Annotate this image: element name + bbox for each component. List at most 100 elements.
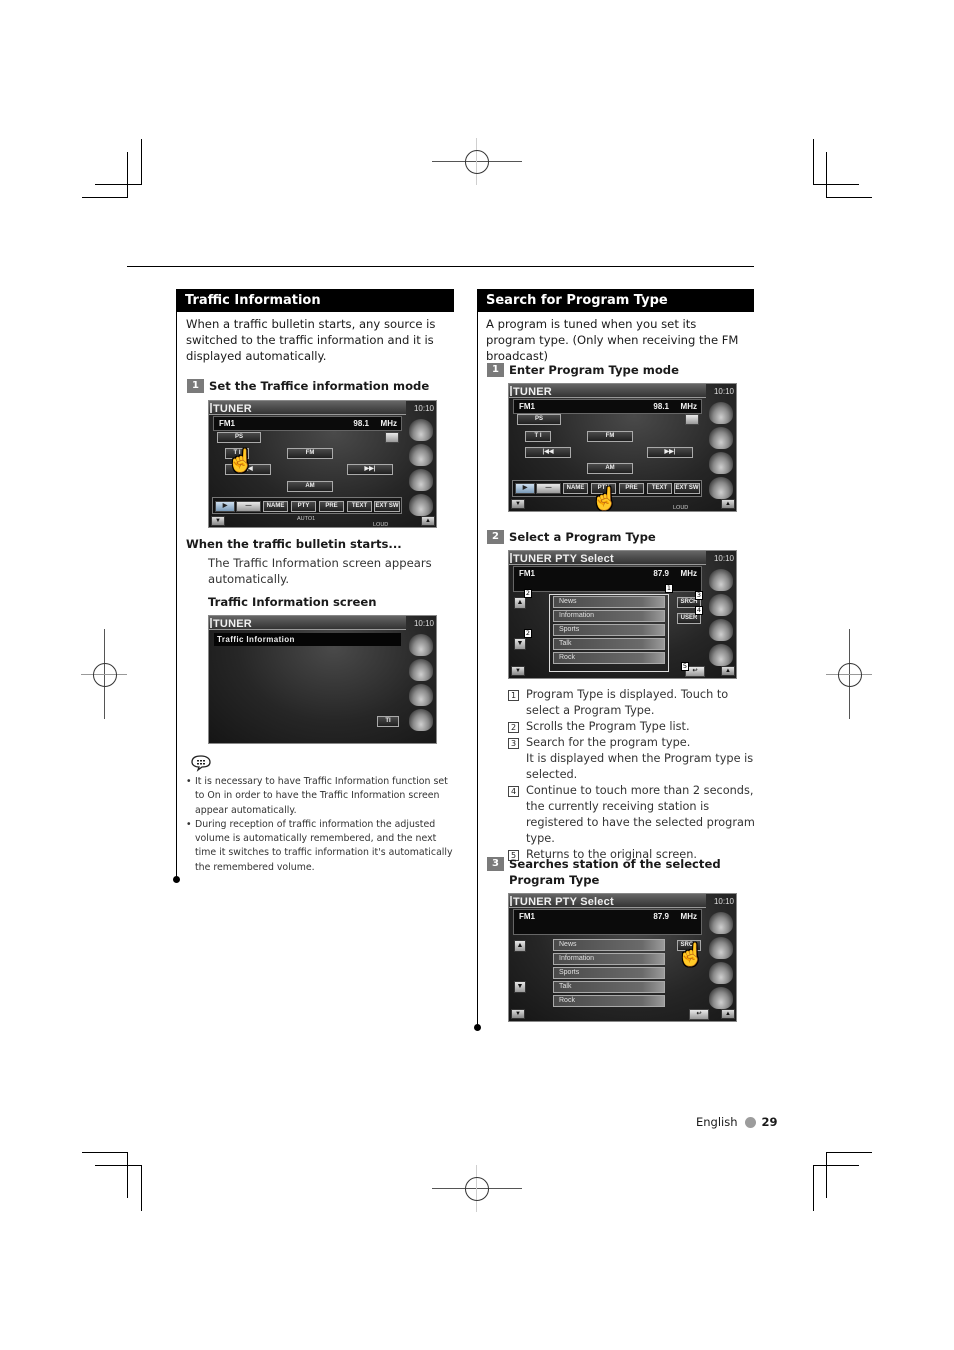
pty-item-sports[interactable]: Sports bbox=[553, 624, 665, 636]
settings-icon[interactable] bbox=[409, 709, 433, 731]
pty-item-talk[interactable]: Talk bbox=[553, 981, 665, 993]
traffic-screen-heading: Traffic Information screen bbox=[208, 595, 377, 609]
step-number: 1 bbox=[187, 379, 204, 393]
media-icon[interactable] bbox=[709, 427, 733, 449]
menu-grid-icon[interactable] bbox=[709, 912, 733, 934]
pty-item-information[interactable]: Information bbox=[553, 953, 665, 965]
func-button-ext-sw[interactable]: EXT SW bbox=[374, 501, 400, 512]
step-1-traffic: 1 Set the Traffice information mode bbox=[187, 378, 429, 394]
func-button-play[interactable]: ▶ bbox=[515, 483, 535, 494]
pty-item-rock[interactable]: Rock bbox=[553, 995, 665, 1007]
volume-down-button[interactable]: ▼ bbox=[211, 516, 225, 526]
pty-item-information[interactable]: Information bbox=[553, 610, 665, 622]
pty-item-sports[interactable]: Sports bbox=[553, 967, 665, 979]
screen-title: TUNER bbox=[513, 386, 552, 398]
pty-item-news[interactable]: News bbox=[553, 939, 665, 951]
func-button-pre[interactable]: PRE bbox=[319, 501, 344, 512]
seek-prev-button[interactable]: |◀◀ bbox=[525, 447, 571, 458]
func-button-play[interactable]: ▶ bbox=[215, 501, 235, 512]
loud-label: LOUD bbox=[373, 522, 389, 528]
func-button-dash[interactable]: — bbox=[536, 483, 561, 494]
callout-3: 3 bbox=[695, 591, 703, 600]
func-button-ext-sw[interactable]: EXT SW bbox=[674, 483, 700, 494]
screen-clock: 10:10 bbox=[413, 619, 434, 628]
am-button[interactable]: AM bbox=[587, 463, 633, 474]
pty-item-rock[interactable]: Rock bbox=[553, 652, 665, 664]
callout-2: 2 bbox=[524, 629, 532, 638]
settings-icon[interactable] bbox=[709, 477, 733, 499]
pointing-hand-icon: ☝ bbox=[677, 942, 705, 967]
right-column-rule bbox=[477, 289, 478, 1027]
func-button-pty[interactable]: PTY bbox=[291, 501, 316, 512]
pty-item-news[interactable]: News bbox=[553, 596, 665, 608]
media-icon[interactable] bbox=[709, 937, 733, 959]
source-icons-sidebar bbox=[706, 908, 736, 1021]
pointing-hand-icon: ☝ bbox=[227, 448, 255, 473]
settings-icon[interactable] bbox=[409, 494, 433, 516]
legend-item: 1 Program Type is displayed. Touch to sel… bbox=[508, 687, 756, 719]
speaker-icon[interactable] bbox=[709, 619, 733, 641]
pty-search-screen: TUNER PTY Select 10:10 FM1 87.9 MHz News… bbox=[508, 893, 737, 1022]
callout-2: 2 bbox=[524, 589, 532, 598]
pty-item-talk[interactable]: Talk bbox=[553, 638, 665, 650]
menu-grid-icon[interactable] bbox=[709, 402, 733, 424]
menu-grid-icon[interactable] bbox=[409, 419, 433, 441]
notes-list: It is necessary to have Traffic Informat… bbox=[186, 775, 454, 875]
ti-button[interactable]: TI bbox=[377, 716, 399, 727]
screen-title: TUNER bbox=[213, 618, 252, 630]
settings-icon[interactable] bbox=[709, 644, 733, 666]
settings-icon[interactable] bbox=[709, 987, 733, 1009]
fm-button[interactable]: FM bbox=[587, 431, 633, 442]
footer-language: English bbox=[696, 1115, 738, 1129]
bulletin-text: The Traffic Information screen appears a… bbox=[208, 556, 432, 586]
func-button-pre[interactable]: PRE bbox=[619, 483, 644, 494]
speaker-icon[interactable] bbox=[409, 684, 433, 706]
menu-button[interactable] bbox=[385, 432, 399, 443]
step-1-pty: 1 Enter Program Type mode bbox=[487, 362, 679, 378]
func-button-text[interactable]: TEXT bbox=[647, 483, 672, 494]
volume-down-button[interactable]: ▼ bbox=[511, 1009, 525, 1019]
callout-1: 1 bbox=[665, 584, 673, 593]
speaker-icon[interactable] bbox=[409, 469, 433, 491]
fm-button[interactable]: FM bbox=[287, 448, 333, 459]
source-icons-sidebar bbox=[406, 415, 436, 527]
ps-button[interactable]: PS bbox=[517, 414, 561, 425]
speaker-icon[interactable] bbox=[709, 962, 733, 984]
func-button-text[interactable]: TEXT bbox=[347, 501, 372, 512]
media-icon[interactable] bbox=[409, 659, 433, 681]
scroll-up-button[interactable]: ▲ bbox=[514, 597, 526, 609]
traffic-information-banner: Traffic Information bbox=[214, 633, 401, 646]
traffic-intro-text: When a traffic bulletin starts, any sour… bbox=[186, 317, 436, 363]
ps-button[interactable]: PS bbox=[217, 432, 261, 443]
func-button-dash[interactable]: — bbox=[236, 501, 261, 512]
volume-down-button[interactable]: ▼ bbox=[511, 499, 525, 509]
am-button[interactable]: AM bbox=[287, 481, 333, 492]
pty-intro-text: A program is tuned when you set its prog… bbox=[486, 317, 739, 363]
source-icons-sidebar bbox=[706, 398, 736, 511]
func-button-name[interactable]: NAME bbox=[263, 501, 288, 512]
auto-label: AUTO1 bbox=[297, 516, 316, 522]
menu-grid-icon[interactable] bbox=[709, 569, 733, 591]
seek-next-button[interactable]: ▶▶| bbox=[347, 464, 393, 475]
volume-down-button[interactable]: ▼ bbox=[511, 666, 525, 676]
menu-grid-icon[interactable] bbox=[409, 634, 433, 656]
header-rule bbox=[127, 266, 754, 267]
speaker-icon[interactable] bbox=[709, 452, 733, 474]
scroll-down-button[interactable]: ▼ bbox=[514, 981, 526, 993]
traffic-information-screen: TUNER 10:10 Traffic Information TI bbox=[208, 615, 437, 744]
step-number: 2 bbox=[487, 530, 504, 544]
step-3-pty: 3 Searches station of the selected Progr… bbox=[487, 856, 749, 888]
screen-clock: 10:10 bbox=[713, 387, 734, 396]
legend-item: 4 Continue to touch more than 2 seconds, … bbox=[508, 783, 756, 847]
media-icon[interactable] bbox=[409, 444, 433, 466]
func-button-name[interactable]: NAME bbox=[563, 483, 588, 494]
ti-button[interactable]: T I bbox=[525, 431, 551, 442]
scroll-up-button[interactable]: ▲ bbox=[514, 940, 526, 952]
frequency-display: FM1 87.9 MHz bbox=[513, 909, 702, 935]
media-icon[interactable] bbox=[709, 594, 733, 616]
loud-label: LOUD bbox=[673, 505, 689, 511]
menu-button[interactable] bbox=[685, 414, 699, 425]
scroll-down-button[interactable]: ▼ bbox=[514, 638, 526, 650]
source-icons-sidebar bbox=[406, 630, 436, 743]
seek-next-button[interactable]: ▶▶| bbox=[647, 447, 693, 458]
